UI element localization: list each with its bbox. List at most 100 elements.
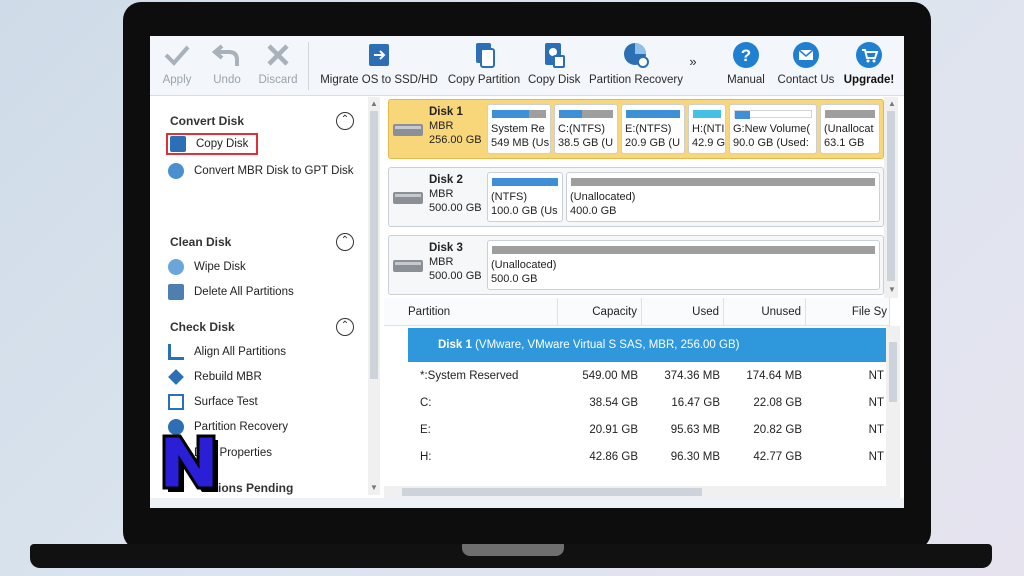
column-header-capacity[interactable]: Capacity — [558, 298, 642, 326]
disk-2-row[interactable]: Disk 2 MBR 500.00 GB (NTFS) 100.0 GB (Us… — [388, 167, 884, 227]
disk-1-row[interactable]: Disk 1 MBR 256.00 GB System Re 549 MB (U… — [388, 99, 884, 159]
scroll-up-arrow-icon[interactable]: ▲ — [888, 99, 896, 108]
partition-size: 90.0 GB (Used: — [733, 137, 809, 149]
partition-label: System Re — [491, 123, 545, 135]
partition-size: 400.0 GB — [570, 205, 617, 217]
partition-label: (Unallocated) — [570, 191, 636, 203]
partition-block[interactable]: (Unallocated) 400.0 GB — [566, 172, 880, 222]
partition-size: 20.9 GB (U — [625, 137, 681, 149]
sidebar-item-label: Convert MBR Disk to GPT Disk — [194, 165, 354, 177]
sidebar-item-delete-partitions[interactable]: Delete All Partitions — [168, 281, 294, 303]
undo-button[interactable]: Undo — [208, 40, 246, 86]
column-header-file-system[interactable]: File Sy — [806, 298, 890, 326]
partition-recovery-icon — [624, 43, 649, 68]
partition-label: E:(NTFS) — [625, 123, 672, 135]
column-header-unused[interactable]: Unused — [724, 298, 806, 326]
disk-2-info: Disk 2 MBR 500.00 GB — [393, 174, 485, 222]
migrate-os-label: Migrate OS to SSD/HD — [320, 74, 438, 86]
discard-button[interactable]: Discard — [256, 40, 300, 86]
partition-size: 42.9 G — [692, 137, 726, 149]
scroll-down-arrow-icon[interactable]: ▼ — [370, 483, 378, 492]
apply-button[interactable]: Apply — [158, 40, 196, 86]
scroll-down-arrow-icon[interactable]: ▼ — [888, 285, 896, 294]
partition-block[interactable]: C:(NTFS) 38.5 GB (U — [554, 104, 618, 154]
table-hscroll-thumb[interactable] — [402, 488, 702, 496]
partition-label: C:(NTFS) — [558, 123, 606, 135]
sidebar-item-align-partitions[interactable]: Align All Partitions — [168, 341, 286, 363]
table-row[interactable]: H: 42.86 GB 96.30 MB 42.77 GB NT — [384, 445, 894, 472]
cell-capacity: 42.86 GB — [589, 451, 638, 463]
usage-fill — [492, 178, 558, 186]
table-scrollbar[interactable] — [886, 326, 900, 498]
sidebar-scrollbar[interactable]: ▲ ▼ — [368, 97, 380, 495]
copy-partition-button[interactable]: Copy Partition — [446, 40, 522, 86]
legend-bar — [150, 498, 904, 508]
sidebar-item-rebuild-mbr[interactable]: Rebuild MBR — [168, 366, 262, 388]
partition-block[interactable]: System Re 549 MB (Us — [487, 104, 551, 154]
manual-label: Manual — [727, 74, 765, 86]
partition-block[interactable]: H:(NTI 42.9 G — [688, 104, 726, 154]
check-disk-collapse-button[interactable]: ⌃ — [336, 318, 354, 336]
disk-type: MBR — [429, 256, 454, 268]
cell-capacity: 549.00 MB — [582, 370, 638, 382]
laptop-notch — [462, 544, 564, 556]
close-icon — [267, 44, 289, 66]
help-icon: ? — [733, 42, 759, 68]
cell-unused: 20.82 GB — [753, 424, 802, 436]
partition-block[interactable]: (Unallocat 63.1 GB — [820, 104, 880, 154]
more-tools-label: » — [689, 54, 697, 69]
convert-disk-title: Convert Disk — [170, 114, 245, 128]
sidebar-item-surface-test[interactable]: Surface Test — [168, 391, 258, 413]
table-scroll-thumb[interactable] — [889, 342, 897, 402]
table-row[interactable]: E: 20.91 GB 95.63 MB 20.82 GB NT — [384, 418, 894, 445]
partition-block[interactable]: (NTFS) 100.0 GB (Us — [487, 172, 563, 222]
sidebar-item-label: Wipe Disk — [194, 261, 246, 273]
cell-capacity: 20.91 GB — [589, 424, 638, 436]
hard-drive-icon — [393, 260, 423, 272]
partition-label: (NTFS) — [491, 191, 528, 203]
migrate-os-icon — [369, 44, 389, 66]
disk-3-row[interactable]: Disk 3 MBR 500.00 GB (Unallocated) 500.0… — [388, 235, 884, 295]
contact-us-button[interactable]: Contact Us — [776, 40, 836, 86]
disk-size: 500.00 GB — [429, 202, 482, 214]
checkmark-icon — [164, 45, 190, 66]
surface-test-icon — [168, 394, 184, 410]
disk-map-scroll-thumb[interactable] — [887, 111, 895, 281]
sidebar-item-wipe-disk[interactable]: Wipe Disk — [168, 256, 246, 278]
table-row[interactable]: C: 38.54 GB 16.47 GB 22.08 GB NT — [384, 391, 894, 418]
cell-file-system: NT — [868, 370, 884, 382]
migrate-os-button[interactable]: Migrate OS to SSD/HD — [320, 40, 438, 86]
clean-disk-collapse-button[interactable]: ⌃ — [336, 233, 354, 251]
toolbar-separator — [308, 42, 309, 90]
disk-name: Disk 3 — [429, 242, 463, 254]
table-row-disk-1[interactable]: Disk 1 (VMware, VMware Virtual S SAS, MB… — [408, 328, 886, 362]
partition-block[interactable]: (Unallocated) 500.0 GB — [487, 240, 880, 290]
table-horizontal-scrollbar[interactable] — [384, 486, 886, 498]
cell-unused: 174.64 MB — [746, 370, 802, 382]
convert-disk-collapse-button[interactable]: ⌃ — [336, 112, 354, 130]
sidebar-item-convert-mbr-gpt[interactable]: Convert MBR Disk to GPT Disk — [168, 160, 354, 182]
upgrade-button[interactable]: Upgrade! — [840, 40, 898, 86]
manual-button[interactable]: ? Manual — [722, 40, 770, 86]
trash-icon — [168, 284, 184, 300]
svg-text:?: ? — [741, 46, 751, 65]
partition-block[interactable]: G:New Volume( 90.0 GB (Used: — [729, 104, 817, 154]
disk-description: (VMware, VMware Virtual S SAS, MBR, 256.… — [475, 339, 740, 351]
wrench-icon — [168, 369, 184, 385]
check-disk-title: Check Disk — [170, 320, 235, 334]
column-header-partition[interactable]: Partition — [384, 298, 558, 326]
usage-fill — [693, 110, 721, 118]
column-header-used[interactable]: Used — [642, 298, 724, 326]
partition-label: (Unallocated) — [491, 259, 557, 271]
copy-partition-icon — [476, 43, 495, 68]
copy-disk-button[interactable]: Copy Disk — [528, 40, 580, 86]
convert-disk-icon — [168, 163, 184, 179]
scroll-up-arrow-icon[interactable]: ▲ — [370, 99, 378, 108]
partition-table: Partition Capacity Used Unused File Sy D… — [384, 298, 904, 508]
more-tools-button[interactable]: » — [686, 54, 700, 69]
sidebar-scroll-thumb[interactable] — [370, 111, 378, 379]
table-row[interactable]: *:System Reserved 549.00 MB 374.36 MB 17… — [384, 364, 894, 391]
sidebar-item-copy-disk[interactable]: Copy Disk — [166, 133, 259, 155]
partition-block[interactable]: E:(NTFS) 20.9 GB (U — [621, 104, 685, 154]
partition-recovery-button[interactable]: Partition Recovery — [588, 40, 684, 86]
